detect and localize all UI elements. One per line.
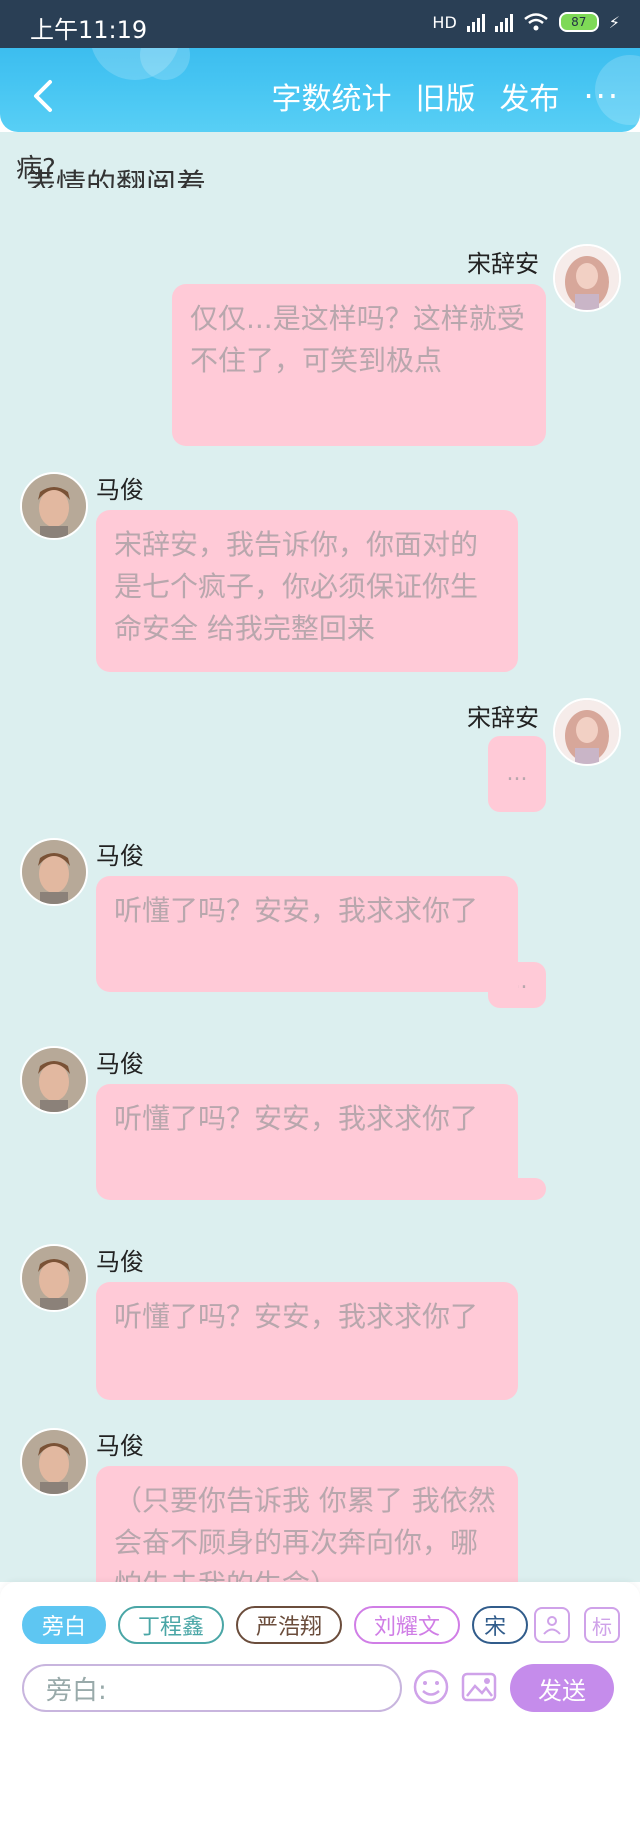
person-icon[interactable] [534, 1607, 570, 1643]
avatar[interactable] [20, 472, 88, 540]
hd-label: HD [432, 12, 457, 32]
chip-role[interactable]: 严浩翔 [236, 1606, 343, 1644]
charging-icon: ⚡ [608, 12, 620, 32]
chip-role[interactable]: 宋 [472, 1606, 529, 1644]
composer-panel: 旁白 丁程鑫 严浩翔 刘耀文 宋 标 旁白: 发送 [0, 1582, 640, 1828]
message-bubble[interactable]: 宋辞安，我告诉你，你面对的是七个疯子，你必须保证你生命安全 给我完整回来 [96, 510, 518, 672]
sender-name: 宋辞安 [467, 250, 539, 278]
old-version-button[interactable]: 旧版 [415, 74, 475, 118]
signal-icon [494, 12, 513, 32]
chip-role[interactable]: 丁程鑫 [118, 1606, 225, 1644]
emoji-icon[interactable] [412, 1668, 450, 1706]
status-time: 上午11:19 [30, 16, 148, 44]
avatar-man-icon [22, 1048, 86, 1112]
status-icons: HD 87 ⚡ [432, 12, 620, 32]
avatar-man-icon [22, 474, 86, 538]
battery-indicator: 87 [558, 12, 599, 32]
avatar[interactable] [20, 1244, 88, 1312]
avatar[interactable] [553, 698, 621, 766]
avatar[interactable] [20, 838, 88, 906]
message-bubble[interactable]: 听懂了吗？安安，我求求你了 [96, 876, 518, 992]
sender-name: 马俊 [96, 1050, 144, 1078]
message-input[interactable]: 旁白: [22, 1664, 402, 1712]
wifi-icon [523, 13, 548, 31]
chip-role[interactable]: 刘耀文 [354, 1606, 461, 1644]
avatar[interactable] [20, 1428, 88, 1496]
sender-name: 马俊 [96, 842, 144, 870]
top-bar: 上午11:19 HD 87 ⚡ 字数统计 旧版 发布 ··· [0, 0, 640, 132]
person-icon-glyph [543, 1616, 561, 1635]
role-chips: 旁白 丁程鑫 严浩翔 刘耀文 宋 [22, 1606, 529, 1644]
sender-name: 马俊 [96, 1248, 144, 1276]
sender-name: 马俊 [96, 476, 144, 504]
avatar-man-icon [22, 1246, 86, 1310]
avatar[interactable] [20, 1046, 88, 1114]
publish-button[interactable]: 发布 [499, 74, 559, 118]
send-button[interactable]: 发送 [510, 1664, 614, 1712]
avatar-man-icon [22, 840, 86, 904]
tag-button[interactable]: 标 [584, 1607, 620, 1643]
back-arrow-icon[interactable] [22, 74, 66, 118]
avatar-girl-icon [555, 700, 619, 764]
more-icon[interactable]: ··· [583, 77, 620, 115]
chip-narration[interactable]: 旁白 [22, 1606, 107, 1644]
sender-name: 宋辞安 [467, 704, 539, 732]
avatar[interactable] [553, 244, 621, 312]
chat-area: 病? 表情的翻阅着 宋辞安 仅仅...是这样吗？这样就受不住了，可笑到极点 马俊… [0, 132, 640, 1582]
message-bubble[interactable]: 听懂了吗？安安，我求求你了 [96, 1084, 518, 1200]
avatar-girl-icon [555, 246, 619, 310]
nav-row: 字数统计 旧版 发布 ··· [0, 62, 640, 132]
nav-actions: 字数统计 旧版 发布 ··· [271, 74, 620, 118]
image-icon[interactable] [460, 1668, 498, 1706]
clipped-line: 表情的翻阅着 [26, 168, 206, 188]
avatar-man-icon [22, 1430, 86, 1494]
status-bar: 上午11:19 HD 87 ⚡ [0, 0, 640, 48]
message-bubble[interactable]: ... [488, 736, 546, 812]
word-count-button[interactable]: 字数统计 [271, 74, 391, 118]
signal-icon [466, 12, 485, 32]
message-bubble[interactable]: 仅仅...是这样吗？这样就受不住了，可笑到极点 [172, 284, 546, 446]
message-bubble[interactable]: 听懂了吗？安安，我求求你了 [96, 1282, 518, 1400]
sender-name: 马俊 [96, 1432, 144, 1460]
message-bubble[interactable]: （只要你告诉我 你累了 我依然会奋不顾身的再次奔向你，哪怕失去我的生命） [96, 1466, 518, 1582]
